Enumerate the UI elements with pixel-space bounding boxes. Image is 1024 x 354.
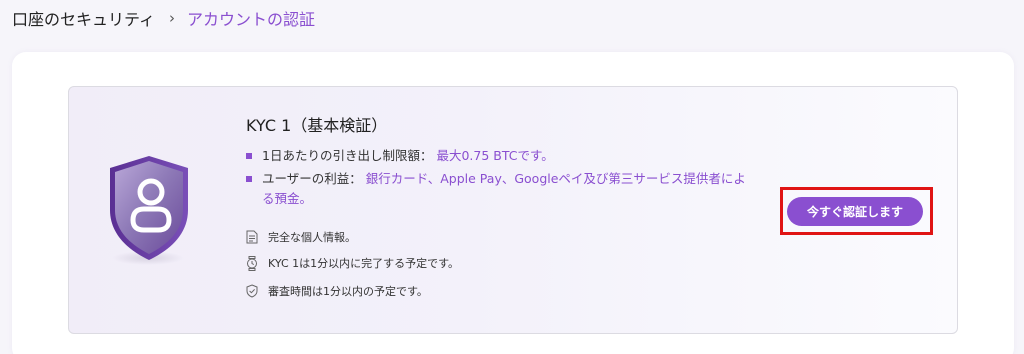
user-benefit-value: 銀行カード、Apple Pay、Googleペイ及び第三サービス提供者によ: [365, 171, 746, 186]
requirement-text: KYC 1は1分以内に完了する予定です。: [268, 257, 460, 270]
user-shield-icon: [104, 152, 194, 264]
stopwatch-icon: [247, 255, 257, 271]
kyc-title: KYC 1（基本検証）: [246, 116, 388, 135]
requirement-personal-info: 完全な個人情報。: [246, 229, 356, 245]
breadcrumb-account-security[interactable]: 口座のセキュリティ: [12, 6, 155, 30]
requirement-review-time: 審査時間は1分以内の予定です。: [246, 283, 428, 299]
breadcrumb: 口座のセキュリティ › アカウントの認証: [12, 7, 315, 29]
user-benefit-value-cont: る預金。: [262, 191, 313, 206]
breadcrumb-account-verification: アカウントの認証: [187, 10, 316, 29]
bullet-square-icon: [246, 176, 252, 182]
shield-check-icon: [246, 284, 258, 298]
withdrawal-limit-value: 最大0.75 BTCです。: [436, 148, 554, 163]
user-benefit-label: ユーザーの利益：: [262, 171, 362, 186]
bullet-square-icon: [246, 153, 252, 159]
user-benefit-item: ユーザーの利益： 銀行カード、Apple Pay、Googleペイ及び第三サービ…: [246, 169, 786, 209]
withdrawal-limit-label: 1日あたりの引き出し制限額：: [262, 148, 433, 163]
document-icon: [246, 230, 258, 244]
requirement-completion-time: KYC 1は1分以内に完了する予定です。: [246, 255, 459, 271]
verify-now-button[interactable]: 今すぐ認証します: [787, 197, 923, 226]
requirement-text: 審査時間は1分以内の予定です。: [268, 285, 428, 298]
chevron-right-icon: ›: [169, 9, 176, 27]
withdrawal-limit-item: 1日あたりの引き出し制限額： 最大0.75 BTCです。: [246, 146, 554, 166]
requirement-text: 完全な個人情報。: [268, 231, 356, 244]
